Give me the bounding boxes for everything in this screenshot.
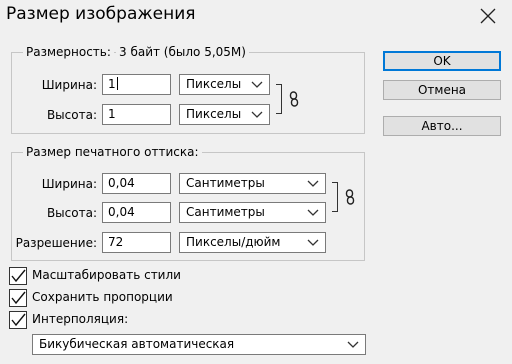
print-height-label: Высота: [46,206,97,220]
pixel-width-unit: Пикселы [186,77,242,91]
print-size-legend: Размер печатного оттиска: [23,145,202,159]
print-width-value: 0,04 [108,176,135,190]
scale-styles-label: Масштабировать стили [32,268,181,282]
resample-method-select[interactable]: Бикубическая автоматическая [32,334,366,355]
pixel-height-label: Высота: [46,108,97,122]
print-width-label: Ширина: [41,177,97,191]
pixel-height-input[interactable]: 1 [102,104,171,125]
print-height-value: 0,04 [108,205,135,219]
resample-checkbox[interactable] [9,311,27,329]
cancel-button[interactable]: Отмена [383,80,501,100]
chevron-down-icon [307,180,319,187]
chevron-down-icon [251,111,263,118]
checkmark-icon [11,313,26,327]
pixel-height-unit-select[interactable]: Пикселы [179,104,270,125]
chevron-down-icon [347,341,359,348]
pixel-link-bracket [276,84,282,114]
resample-method-value: Бикубическая автоматическая [39,337,235,351]
print-width-input[interactable]: 0,04 [102,173,171,194]
pixel-width-value: 1 [108,77,116,91]
scale-styles-checkbox[interactable] [9,267,27,285]
resolution-value: 72 [108,235,124,249]
print-height-input[interactable]: 0,04 [102,202,171,223]
pixel-width-unit-select[interactable]: Пикселы [179,74,270,95]
text-cursor [116,77,118,90]
chain-link-icon [345,189,355,205]
dimensions-info: 3 байт (было 5,05M) [116,45,249,59]
dialog-title: Размер изображения [6,4,196,24]
resolution-unit: Пикселы/дюйм [186,235,281,249]
dimensions-legend: Размерность: [23,45,114,59]
resample-label: Интерполяция: [32,312,129,326]
close-icon [480,8,496,24]
chain-link-icon [289,91,299,107]
pixel-height-value: 1 [108,107,116,121]
resolution-label: Разрешение: [15,236,97,250]
close-button[interactable] [474,2,502,30]
print-width-unit-select[interactable]: Сантиметры [179,173,326,194]
resolution-unit-select[interactable]: Пикселы/дюйм [179,232,326,253]
checkmark-icon [11,269,26,283]
constrain-proportions-checkbox[interactable] [9,289,27,307]
chevron-down-icon [307,209,319,216]
print-link-bracket [332,182,338,212]
print-height-unit: Сантиметры [186,205,265,219]
auto-button[interactable]: Авто... [383,116,501,136]
print-height-unit-select[interactable]: Сантиметры [179,202,326,223]
print-width-unit: Сантиметры [186,176,265,190]
chevron-down-icon [307,239,319,246]
pixel-height-unit: Пикселы [186,107,242,121]
resolution-input[interactable]: 72 [102,232,171,253]
pixel-width-label: Ширина: [41,78,97,92]
chevron-down-icon [251,81,263,88]
pixel-width-input[interactable]: 1 [102,74,171,95]
constrain-proportions-label: Сохранить пропорции [32,290,173,304]
checkmark-icon [11,291,26,305]
ok-button[interactable]: OK [383,51,501,71]
